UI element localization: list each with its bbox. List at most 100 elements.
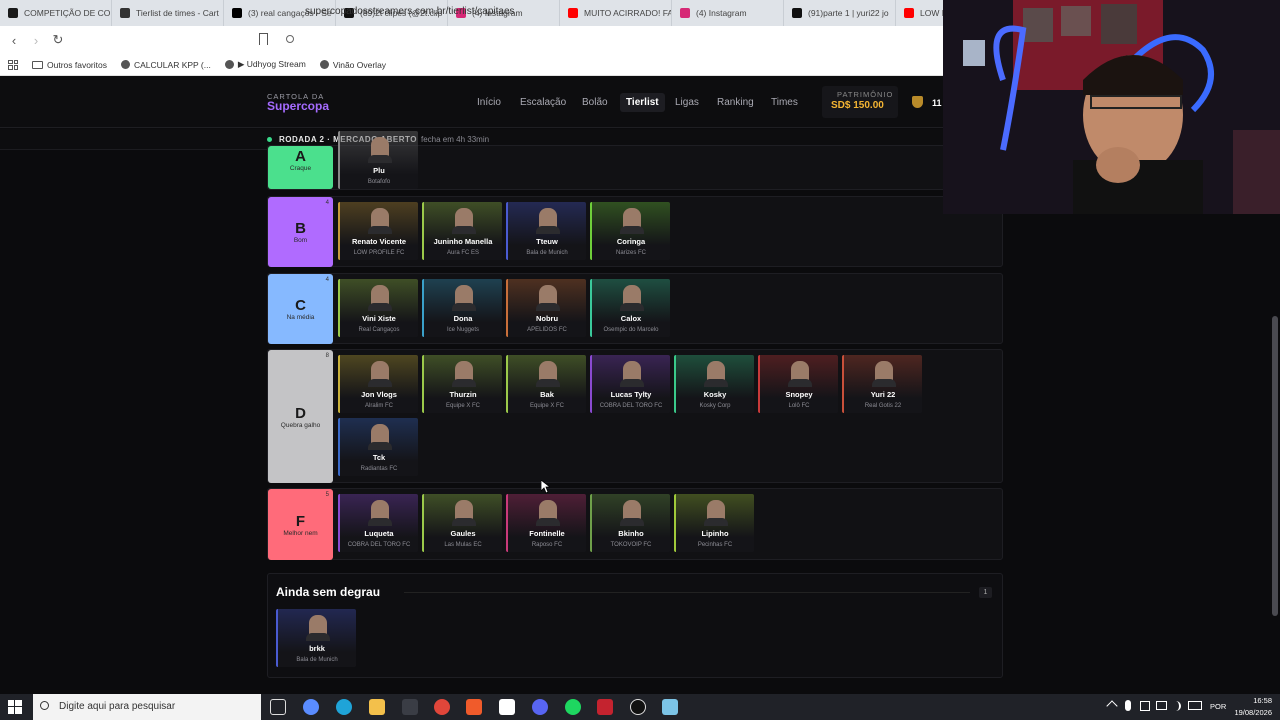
microphone-icon[interactable] bbox=[1125, 700, 1131, 711]
player-name: Bak bbox=[540, 390, 554, 399]
player-team: Equipe X FC bbox=[445, 403, 481, 409]
player-team: Ice Nuggets bbox=[446, 327, 480, 333]
tier-label: D Quebra galho 8 bbox=[268, 350, 333, 483]
taskbar-clock[interactable]: 16:58 19/08/2026 bbox=[1232, 696, 1272, 717]
player-team: Alralim FC bbox=[365, 403, 393, 409]
forward-icon[interactable]: › bbox=[26, 30, 46, 50]
player-name: Calox bbox=[620, 314, 642, 323]
bookmark-folder[interactable]: Outros favoritos bbox=[32, 60, 107, 70]
apps-grid-icon[interactable] bbox=[8, 59, 18, 70]
voicemeeter-icon[interactable] bbox=[597, 699, 613, 715]
player-card[interactable]: Snopey Lolô FC bbox=[758, 355, 838, 413]
player-team: Kosky Corp bbox=[699, 403, 731, 409]
player-card[interactable]: Gaules Las Mulas EC bbox=[422, 494, 502, 552]
nav-ranking[interactable]: Ranking bbox=[717, 97, 754, 108]
player-card[interactable]: Calox Osempic do Marcelo bbox=[590, 279, 670, 337]
bookmark-link[interactable]: ▶ Udhyog Stream bbox=[224, 59, 306, 70]
tab-label: (4) Instagram bbox=[696, 8, 747, 18]
globe-icon bbox=[121, 60, 130, 69]
notepad-icon[interactable] bbox=[662, 699, 678, 715]
network-icon[interactable] bbox=[1140, 701, 1150, 711]
player-card[interactable]: Bkinho TOKOVOIP FC bbox=[590, 494, 670, 552]
nav-escalacao[interactable]: Escalação bbox=[520, 97, 566, 108]
unranked-title: Ainda sem degrau bbox=[276, 585, 381, 599]
tab-favicon-icon bbox=[120, 8, 130, 18]
player-name: Lipinho bbox=[701, 529, 729, 538]
tier-description: Melhor nem bbox=[283, 529, 318, 537]
browser-tab[interactable]: MUITO ACIRRADO! FA bbox=[560, 0, 672, 26]
player-team: Bala de Munich bbox=[526, 250, 568, 256]
discord-icon[interactable] bbox=[532, 699, 548, 715]
bookmark-link[interactable]: Vinão Overlay bbox=[319, 60, 386, 70]
back-icon[interactable]: ‹ bbox=[4, 30, 24, 50]
nav-bolao[interactable]: Bolão bbox=[582, 97, 608, 108]
browser-tab[interactable]: Tierlist de times - Cart bbox=[112, 0, 224, 26]
windows-start-icon[interactable] bbox=[8, 700, 22, 714]
browser-tab[interactable]: (91)parte 1 | yuri22 jo bbox=[784, 0, 896, 26]
input-language[interactable]: POR bbox=[1210, 702, 1226, 711]
nav-inicio[interactable]: Início bbox=[477, 97, 501, 108]
bookmark-link[interactable]: CALCULAR KPP (... bbox=[121, 60, 211, 70]
task-view-icon[interactable] bbox=[270, 699, 286, 715]
player-name: Bkinho bbox=[618, 529, 644, 538]
player-card[interactable]: Coringa Narizes FC bbox=[590, 202, 670, 260]
tier-count: 8 bbox=[325, 353, 329, 359]
reload-icon[interactable]: ↻ bbox=[48, 30, 68, 50]
spotify-icon[interactable] bbox=[565, 699, 581, 715]
brave-icon[interactable] bbox=[466, 699, 482, 715]
browser-tab[interactable]: (4) Instagram bbox=[672, 0, 784, 26]
player-name: Lucas Tylty bbox=[610, 390, 652, 399]
player-card[interactable]: Plu Botafofo bbox=[338, 131, 418, 189]
player-card[interactable]: Vini Xiste Real Cangaços bbox=[338, 279, 418, 337]
player-card[interactable]: Lucas Tylty COBRA DEL TORO FC bbox=[590, 355, 670, 413]
vegas-icon[interactable] bbox=[499, 699, 515, 715]
tier-count: 5 bbox=[325, 492, 329, 498]
player-card[interactable]: Bak Equipe X FC bbox=[506, 355, 586, 413]
display-icon[interactable] bbox=[1156, 701, 1167, 710]
tier-description: Quebra galho bbox=[280, 421, 321, 429]
player-card[interactable]: Yuri 22 Real Gotis 22 bbox=[842, 355, 922, 413]
tab-favicon-icon bbox=[680, 8, 690, 18]
keyboard-icon[interactable] bbox=[1188, 701, 1202, 710]
logo-bottom[interactable]: Supercopa bbox=[267, 99, 329, 113]
bookmark-star-icon[interactable] bbox=[259, 33, 268, 45]
app-icon[interactable] bbox=[402, 699, 418, 715]
player-card[interactable]: Nobru APELIDOS FC bbox=[506, 279, 586, 337]
chrome-icon[interactable] bbox=[434, 699, 450, 715]
player-avatar bbox=[872, 361, 896, 387]
tier-description: Craque bbox=[289, 165, 312, 172]
player-team: APELIDOS FC bbox=[527, 327, 567, 333]
player-card[interactable]: brkk Bala de Munich bbox=[276, 609, 356, 667]
site-info-icon[interactable] bbox=[286, 35, 294, 43]
shield-icon[interactable] bbox=[912, 96, 923, 108]
player-card[interactable]: Luqueta COBRA DEL TORO FC bbox=[338, 494, 418, 552]
nav-tierlist[interactable]: Tierlist bbox=[620, 93, 665, 112]
scrollbar-thumb[interactable] bbox=[1272, 316, 1278, 616]
player-name: Tck bbox=[372, 453, 386, 462]
clock-date: 19/08/2026 bbox=[1234, 708, 1272, 717]
player-card[interactable]: Renato Vicente LOW PROFILE FC bbox=[338, 202, 418, 260]
edge-icon[interactable] bbox=[336, 699, 352, 715]
player-card[interactable]: Dona Ice Nuggets bbox=[422, 279, 502, 337]
nav-ligas[interactable]: Ligas bbox=[675, 97, 699, 108]
tier-count: 4 bbox=[325, 277, 329, 283]
player-card[interactable]: Jon Vlogs Alralim FC bbox=[338, 355, 418, 413]
player-name: Yuri 22 bbox=[870, 390, 896, 399]
player-avatar bbox=[368, 424, 392, 450]
player-card[interactable]: Juninho Manella Aura FC ES bbox=[422, 202, 502, 260]
player-card[interactable]: Fontinelle Raposo FC bbox=[506, 494, 586, 552]
nav-times[interactable]: Times bbox=[771, 97, 798, 108]
user-team-short[interactable]: 11 bbox=[932, 98, 942, 108]
player-team: Narizes FC bbox=[615, 250, 646, 256]
copilot-icon[interactable] bbox=[303, 699, 319, 715]
player-card[interactable]: Tteuw Bala de Munich bbox=[506, 202, 586, 260]
url-input[interactable]: supercopadosstreamers.com.br/tierlist/ca… bbox=[305, 6, 515, 17]
file-explorer-icon[interactable] bbox=[369, 699, 385, 715]
player-card[interactable]: Tck Radiantas FC bbox=[338, 418, 418, 476]
obs-icon[interactable] bbox=[630, 699, 646, 715]
player-card[interactable]: Kosky Kosky Corp bbox=[674, 355, 754, 413]
player-card[interactable]: Lipinho Pecinhas FC bbox=[674, 494, 754, 552]
player-card[interactable]: Thurzin Equipe X FC bbox=[422, 355, 502, 413]
player-team: Equipe X FC bbox=[529, 403, 565, 409]
browser-tab[interactable]: COMPETIÇÃO DE COR bbox=[0, 0, 112, 26]
